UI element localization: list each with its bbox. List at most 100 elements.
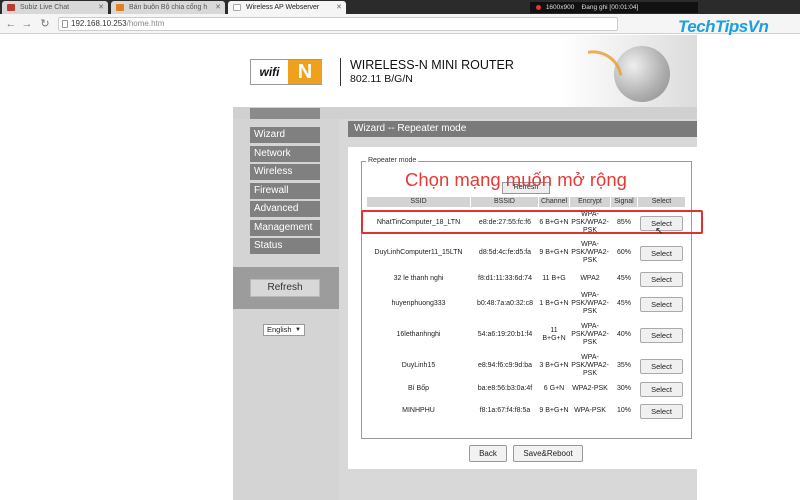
select-network-button[interactable]: Select [640,245,683,261]
cell-ssid: DuyLinh15 [401,362,436,369]
column-header-signal: Signal [611,197,637,207]
cell-encrypt: WPA2 [580,275,600,282]
cell-bssid: f8:1a:67:f4:f8:5a [479,407,531,414]
annotation-text: Chọn mạng muốn mở rộng [405,169,627,190]
select-network-button[interactable]: Select [640,403,683,419]
cell-encrypt: WPA-PSK [574,407,606,414]
selection-highlight-box [361,210,703,234]
browser-tab-shop[interactable]: Bán buôn Bộ chia cổng h ✕ [111,1,225,14]
close-icon[interactable]: ✕ [215,1,221,14]
url-path: /home.htm [126,19,165,28]
reload-icon[interactable]: ↻ [38,17,52,31]
url-host: 192.168.10.253 [71,19,127,28]
language-select[interactable]: English ▼ [263,324,305,336]
globe-icon [614,46,670,102]
fieldset-legend: Repeater mode [366,157,419,164]
cell-bssid: e8:94:f6:c9:9d:ba [477,362,533,369]
product-standard: 802.11 B/G/N [350,73,413,85]
column-header-encrypt: Encrypt [570,197,610,207]
close-icon[interactable]: ✕ [336,1,342,14]
cell-bssid: 54:a6:19:20:b1:f4 [477,331,533,338]
column-header-ssid: SSID [367,197,470,207]
cell-encrypt: WPA-PSK/WPA2-PSK [571,354,609,377]
cell-encrypt: WPA2-PSK [572,385,608,392]
browser-tab-router[interactable]: Wireless AP Webserver ✕ [228,1,346,14]
chat-icon [7,4,15,11]
wifi-n-logo: wifi N [250,59,322,85]
tab-label: Wireless AP Webserver [246,4,320,11]
sidebar-item-network[interactable]: Network [250,146,320,162]
cell-signal: 45% [616,300,631,307]
language-value: English [267,325,292,334]
record-icon [536,4,541,10]
cell-encrypt: WPA-PSK/WPA2-PSK [571,241,609,264]
tab-label: Subiz Live Chat [20,4,70,11]
cell-ssid: 32 le thanh nghi [393,275,444,282]
sidebar-refresh-button[interactable]: Refresh [250,279,320,297]
cell-ssid: huyenphuong333 [391,300,446,307]
page-icon [62,20,68,28]
page-icon [233,4,241,11]
cell-channel: 9 B+G+N [539,249,569,256]
cell-bssid: ba:e8:56:b3:0a:4f [477,385,533,392]
cell-ssid: DuyLinhComputer11_15LTN [374,249,463,256]
header-divider [340,58,341,86]
sidebar-item-advanced[interactable]: Advanced [250,201,320,217]
cell-bssid: b0:48:7a:a0:32:c8 [476,300,534,307]
select-network-button[interactable]: Select [640,381,683,397]
logo-n-text: N [288,60,322,84]
sidebar-item-status[interactable]: Status [250,238,320,254]
cell-ssid: MINHPHU [402,407,435,414]
cell-signal: 30% [616,385,631,392]
cell-channel: 1 B+G+N [539,300,569,307]
browser-tabbar: Subiz Live Chat ✕ Bán buôn Bộ chia cổng … [0,0,800,14]
column-header-bssid: BSSID [471,197,538,207]
mouse-cursor-icon: ↖ [655,226,664,237]
cell-signal: 60% [616,249,631,256]
product-name: WIRELESS-N MINI ROUTER 802.11 B/G/N [350,58,514,86]
watermark-brand: TechTipsVn [678,17,769,36]
cell-bssid: d8:5d:4c:fe:d5:fa [478,249,532,256]
page-title: Wizard -- Repeater mode [348,121,697,137]
sidebar-item-management[interactable]: Management [250,220,320,236]
shop-icon [116,4,124,11]
sidebar-item-wireless[interactable]: Wireless [250,164,320,180]
page-margin-right [697,35,800,500]
cell-channel: 6 G+N [543,385,565,392]
cell-channel: 11 B+G [542,275,566,282]
cell-encrypt: WPA-PSK/WPA2-PSK [571,323,609,346]
recording-resolution: 1600x900 [545,4,575,11]
column-header-select: Select [638,197,685,207]
back-button[interactable]: Back [469,445,507,462]
select-network-button[interactable]: Select [640,296,683,312]
select-network-button[interactable]: Select [640,327,683,343]
cell-channel: 3 B+G+N [539,362,569,369]
sidebar-item-firewall[interactable]: Firewall [250,183,320,199]
logo-wifi-text: wifi [259,65,280,79]
recording-status: Đang ghi [00:01:04] [581,4,639,11]
product-title: WIRELESS-N MINI ROUTER [350,58,514,72]
select-network-button[interactable]: Select [640,358,683,374]
column-header-channel: Channel [539,197,569,207]
forward-arrow-icon[interactable]: → [20,17,34,31]
back-arrow-icon[interactable]: ← [4,17,18,31]
page-margin [0,35,233,500]
cell-ssid: 16lethanhnghi [396,331,441,338]
sidebar-item-wizard[interactable]: Wizard [250,127,320,143]
cell-channel: 9 B+G+N [539,407,569,414]
cell-signal: 45% [616,275,631,282]
dropdown-caret-icon: ▼ [295,327,301,333]
cell-encrypt: WPA-PSK/WPA2-PSK [571,292,609,315]
cell-signal: 35% [616,362,631,369]
close-icon[interactable]: ✕ [98,1,104,14]
cell-signal: 40% [616,331,631,338]
browser-tab-subiz[interactable]: Subiz Live Chat ✕ [2,1,108,14]
tab-label: Bán buôn Bộ chia cổng h [129,4,208,11]
address-bar[interactable]: 192.168.10.253/home.htm [58,17,618,31]
cell-bssid: f8:d1:11:33:6d:74 [478,275,532,282]
save-reboot-button[interactable]: Save&Reboot [513,445,583,462]
cell-ssid: Bí Bốp [407,385,429,392]
recording-indicator: 1600x900 Đang ghi [00:01:04] [530,2,698,13]
select-network-button[interactable]: Select [640,271,683,287]
cell-channel: 11 B+G+N [542,327,566,342]
